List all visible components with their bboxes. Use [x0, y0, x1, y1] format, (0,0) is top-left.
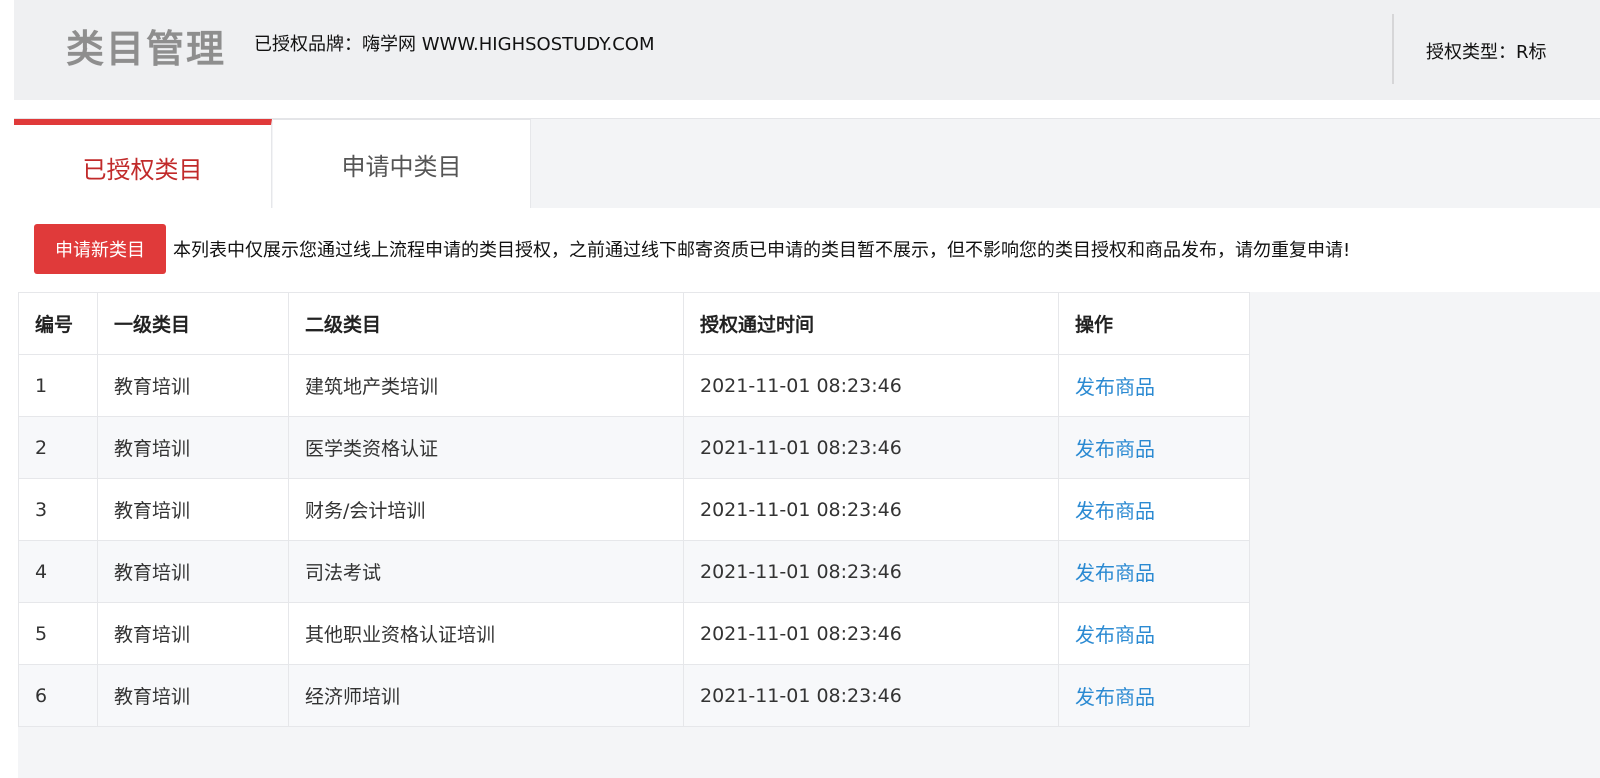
column-header-level1: 一级类目 — [97, 292, 289, 355]
cell-number: 2 — [18, 416, 98, 479]
cell-level2: 经济师培训 — [288, 664, 684, 727]
cell-action: 发布商品 — [1058, 540, 1250, 603]
cell-action: 发布商品 — [1058, 478, 1250, 541]
authorized-category-table: 编号 一级类目 二级类目 授权通过时间 操作 1 教育培训 建筑地产类培训 20… — [18, 292, 1250, 727]
apply-new-category-button[interactable]: 申请新类目 — [34, 224, 166, 274]
cell-level2: 司法考试 — [288, 540, 684, 603]
tab-pending-categories[interactable]: 申请中类目 — [273, 119, 531, 209]
cell-level1: 教育培训 — [97, 664, 289, 727]
cell-action: 发布商品 — [1058, 602, 1250, 665]
column-header-action: 操作 — [1058, 292, 1250, 355]
column-header-number: 编号 — [18, 292, 98, 355]
cell-auth-time: 2021-11-01 08:23:46 — [683, 664, 1059, 727]
category-tabs: 已授权类目 申请中类目 — [14, 118, 1600, 209]
cell-level1: 教育培训 — [97, 540, 289, 603]
cell-number: 5 — [18, 602, 98, 665]
publish-goods-link[interactable]: 发布商品 — [1075, 561, 1155, 585]
cell-action: 发布商品 — [1058, 664, 1250, 727]
cell-level1: 教育培训 — [97, 354, 289, 417]
cell-action: 发布商品 — [1058, 354, 1250, 417]
table-row: 3 教育培训 财务/会计培训 2021-11-01 08:23:46 发布商品 — [18, 478, 1250, 541]
toolbar: 申请新类目 本列表中仅展示您通过线上流程申请的类目授权，之前通过线下邮寄资质已申… — [18, 208, 1600, 292]
table-row: 1 教育培训 建筑地产类培训 2021-11-01 08:23:46 发布商品 — [18, 354, 1250, 417]
header-divider — [1392, 14, 1394, 84]
cell-auth-time: 2021-11-01 08:23:46 — [683, 416, 1059, 479]
cell-level2: 建筑地产类培训 — [288, 354, 684, 417]
category-management-page: 类目管理 已授权品牌：嗨学网 WWW.HIGHSOSTUDY.COM 授权类型：… — [0, 0, 1600, 778]
cell-level1: 教育培训 — [97, 416, 289, 479]
column-header-level2: 二级类目 — [288, 292, 684, 355]
tab-authorized-categories[interactable]: 已授权类目 — [14, 119, 272, 209]
cell-level2: 其他职业资格认证培训 — [288, 602, 684, 665]
cell-number: 4 — [18, 540, 98, 603]
notice-text: 本列表中仅展示您通过线上流程申请的类目授权，之前通过线下邮寄资质已申请的类目暂不… — [173, 240, 1351, 261]
cell-auth-time: 2021-11-01 08:23:46 — [683, 478, 1059, 541]
main-content: 申请新类目 本列表中仅展示您通过线上流程申请的类目授权，之前通过线下邮寄资质已申… — [18, 208, 1600, 778]
cell-auth-time: 2021-11-01 08:23:46 — [683, 540, 1059, 603]
table-header-row: 编号 一级类目 二级类目 授权通过时间 操作 — [18, 292, 1250, 355]
page-title: 类目管理 — [66, 27, 227, 71]
publish-goods-link[interactable]: 发布商品 — [1075, 499, 1155, 523]
table-row: 6 教育培训 经济师培训 2021-11-01 08:23:46 发布商品 — [18, 664, 1250, 727]
table-row: 5 教育培训 其他职业资格认证培训 2021-11-01 08:23:46 发布… — [18, 602, 1250, 665]
cell-auth-time: 2021-11-01 08:23:46 — [683, 354, 1059, 417]
cell-number: 6 — [18, 664, 98, 727]
table-row: 4 教育培训 司法考试 2021-11-01 08:23:46 发布商品 — [18, 540, 1250, 603]
publish-goods-link[interactable]: 发布商品 — [1075, 375, 1155, 399]
cell-level1: 教育培训 — [97, 602, 289, 665]
publish-goods-link[interactable]: 发布商品 — [1075, 685, 1155, 709]
cell-level2: 医学类资格认证 — [288, 416, 684, 479]
authorization-type-text: 授权类型：R标 — [1426, 42, 1547, 63]
publish-goods-link[interactable]: 发布商品 — [1075, 437, 1155, 461]
authorized-brand-text: 已授权品牌：嗨学网 WWW.HIGHSOSTUDY.COM — [254, 34, 655, 55]
column-header-auth-time: 授权通过时间 — [683, 292, 1059, 355]
cell-level2: 财务/会计培训 — [288, 478, 684, 541]
cell-number: 3 — [18, 478, 98, 541]
table-row: 2 教育培训 医学类资格认证 2021-11-01 08:23:46 发布商品 — [18, 416, 1250, 479]
cell-number: 1 — [18, 354, 98, 417]
page-header: 类目管理 已授权品牌：嗨学网 WWW.HIGHSOSTUDY.COM 授权类型：… — [14, 0, 1600, 100]
cell-level1: 教育培训 — [97, 478, 289, 541]
cell-action: 发布商品 — [1058, 416, 1250, 479]
publish-goods-link[interactable]: 发布商品 — [1075, 623, 1155, 647]
cell-auth-time: 2021-11-01 08:23:46 — [683, 602, 1059, 665]
